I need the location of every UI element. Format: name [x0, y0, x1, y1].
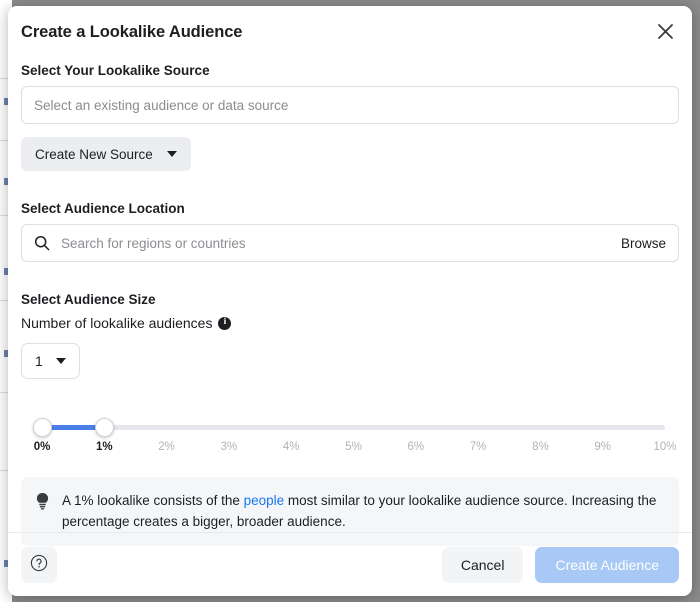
- location-search-input[interactable]: [50, 234, 621, 252]
- browse-link[interactable]: Browse: [621, 236, 666, 251]
- slider-tick-8: 8%: [532, 441, 549, 453]
- dialog-header: Create a Lookalike Audience: [8, 6, 692, 60]
- chevron-down-icon: [166, 151, 177, 157]
- slider-tick-1: 1%: [95, 441, 113, 453]
- lookalike-source-label: Select Your Lookalike Source: [21, 63, 210, 78]
- slider-tick-7: 7%: [469, 441, 487, 453]
- audience-location-section: Select Audience Location Browse: [21, 201, 679, 262]
- lookalike-count-row: Number of lookalike audiences i: [21, 315, 679, 331]
- people-link[interactable]: people: [244, 493, 285, 508]
- slider-handle-end[interactable]: [94, 418, 114, 437]
- create-new-source-label: Create New Source: [35, 146, 153, 162]
- question-mark-icon: [30, 554, 48, 575]
- lightbulb-icon: [35, 490, 50, 532]
- slider-tick-10: 10%: [653, 441, 677, 453]
- close-button[interactable]: [648, 16, 682, 50]
- lookalike-count-value: 1: [35, 353, 43, 369]
- close-icon: [657, 23, 674, 43]
- dialog-body: Select Your Lookalike Source Create New …: [8, 63, 692, 546]
- lookalike-count-label: Number of lookalike audiences: [21, 315, 213, 331]
- slider-tick-9: 9%: [594, 441, 611, 453]
- tip-text: A 1% lookalike consists of the people mo…: [62, 490, 665, 532]
- tip-text-before: A 1% lookalike consists of the: [62, 493, 244, 508]
- slider-tick-6: 6%: [407, 441, 425, 453]
- location-search-row: Browse: [21, 224, 679, 262]
- slider-tick-labels: 0% 1% 2% 3% 4% 5% 6% 7% 8% 9% 10%: [34, 441, 677, 457]
- cancel-button[interactable]: Cancel: [441, 546, 524, 583]
- dialog-title: Create a Lookalike Audience: [21, 23, 243, 41]
- audience-size-label: Select Audience Size: [21, 292, 156, 307]
- help-button[interactable]: [21, 546, 57, 583]
- audience-location-label: Select Audience Location: [21, 201, 185, 216]
- create-lookalike-audience-dialog: Create a Lookalike Audience Select Your …: [8, 6, 692, 596]
- lookalike-source-input[interactable]: [21, 86, 679, 124]
- create-new-source-button[interactable]: Create New Source: [21, 137, 191, 171]
- slider-handle-start[interactable]: [32, 418, 52, 437]
- search-icon: [34, 235, 50, 251]
- audience-size-slider[interactable]: 0% 1% 2% 3% 4% 5% 6% 7% 8% 9% 10%: [21, 413, 679, 459]
- lookalike-count-select[interactable]: 1: [21, 343, 80, 379]
- slider-tick-5: 5%: [345, 441, 362, 453]
- dialog-footer: Cancel Create Audience: [8, 532, 692, 596]
- create-audience-button[interactable]: Create Audience: [535, 546, 679, 583]
- info-icon[interactable]: i: [218, 316, 232, 330]
- slider-tick-4: 4%: [282, 441, 300, 453]
- lookalike-source-section: Select Your Lookalike Source Create New …: [21, 63, 679, 171]
- slider-tick-3: 3%: [220, 441, 238, 453]
- audience-size-section: Select Audience Size Number of lookalike…: [21, 292, 679, 379]
- slider-track[interactable]: [32, 418, 665, 437]
- chevron-down-icon: [55, 358, 66, 364]
- slider-tick-2: 2%: [158, 441, 175, 453]
- slider-tick-0: 0%: [33, 441, 51, 453]
